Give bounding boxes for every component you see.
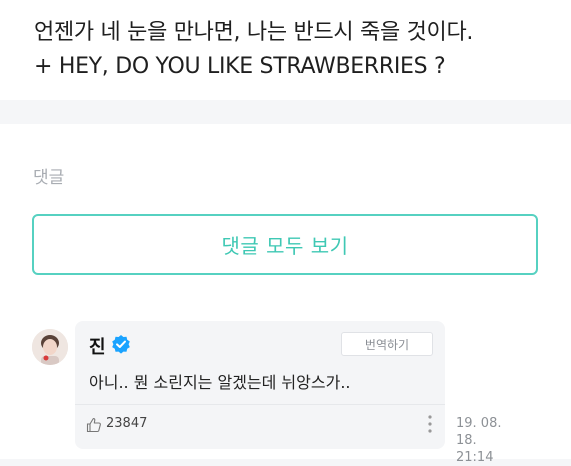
comments-section: 댓글 댓글 모두 보기 진 번역하기 아니.. 뭔 소린지는 알겠는데 뉘앙스가… xyxy=(0,124,571,465)
translate-button[interactable]: 번역하기 xyxy=(341,332,433,356)
post-text-line-1: 언젠가 네 눈을 만나면, 나는 반드시 죽을 것이다. xyxy=(34,20,474,45)
comments-heading: 댓글 xyxy=(33,168,65,188)
avatar[interactable] xyxy=(32,329,68,365)
more-options-icon[interactable] xyxy=(425,413,435,435)
comment-divider xyxy=(75,404,445,405)
like-icon[interactable] xyxy=(86,417,102,433)
verified-badge-icon xyxy=(111,334,131,354)
comment-bubble: 진 번역하기 아니.. 뭔 소린지는 알겠는데 뉘앙스가.. 23847 xyxy=(75,321,445,449)
post-text-line-2: + HEY, DO YOU LIKE STRAWBERRIES ? xyxy=(34,54,446,79)
comment-timestamp: 19. 08. 18. 21:14 xyxy=(456,415,526,466)
comment-text: 아니.. 뭔 소린지는 알겠는데 뉘앙스가.. xyxy=(89,373,351,392)
view-all-comments-button[interactable]: 댓글 모두 보기 xyxy=(32,214,538,275)
comment-author[interactable]: 진 xyxy=(89,333,106,359)
post-body: 언젠가 네 눈을 만나면, 나는 반드시 죽을 것이다. + HEY, DO Y… xyxy=(0,0,571,100)
like-count: 23847 xyxy=(106,416,148,431)
comment-date: 19. 08. 18. xyxy=(456,416,502,448)
comment-time: 21:14 xyxy=(456,450,494,465)
